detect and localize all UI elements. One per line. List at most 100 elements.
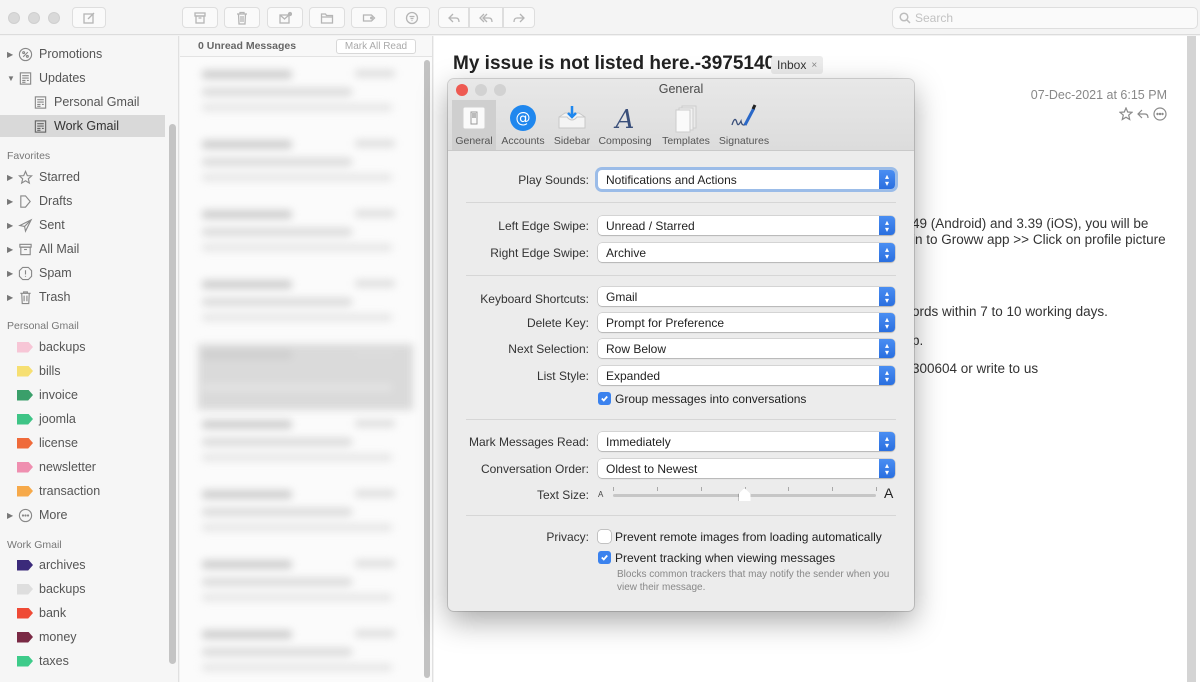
disclosure-triangle-icon[interactable]: ▶ bbox=[7, 245, 13, 254]
label-tag-icon bbox=[17, 435, 33, 451]
play-sounds-select[interactable]: Notifications and Actions ▴ ▾ bbox=[598, 170, 895, 189]
prevent-remote-images-checkbox[interactable] bbox=[598, 530, 611, 543]
sidebar-label-newsletter[interactable]: newsletter bbox=[0, 456, 165, 478]
conversation-order-select[interactable]: Oldest to Newest ▴ ▾ bbox=[598, 459, 895, 478]
message-list-item[interactable] bbox=[198, 414, 413, 480]
sidebar-label-transaction[interactable]: transaction bbox=[0, 480, 165, 502]
window-zoom-button[interactable] bbox=[48, 12, 60, 24]
window-close-button[interactable] bbox=[8, 12, 20, 24]
disclosure-triangle-icon[interactable]: ▶ bbox=[7, 197, 13, 206]
sidebar-label-taxes[interactable]: taxes bbox=[0, 650, 165, 672]
message-list: 0 Unread Messages Mark All Read bbox=[180, 36, 433, 682]
reply-all-button[interactable] bbox=[469, 7, 503, 28]
tab-general[interactable]: General bbox=[452, 100, 496, 150]
sidebar-label-license[interactable]: license bbox=[0, 432, 165, 454]
tab-signatures[interactable]: Signatures bbox=[716, 100, 772, 150]
compose-button[interactable] bbox=[72, 7, 106, 28]
delete-button[interactable] bbox=[224, 7, 260, 28]
sidebar-item-updates[interactable]: ▼ Updates bbox=[0, 67, 165, 89]
mark-all-read-button[interactable]: Mark All Read bbox=[336, 39, 416, 54]
disclosure-triangle-icon[interactable]: ▶ bbox=[7, 511, 13, 520]
next-selection-select[interactable]: Row Below ▴ ▾ bbox=[598, 339, 895, 358]
prevent-remote-images-label[interactable]: Prevent remote images from loading autom… bbox=[615, 530, 882, 544]
tab-templates[interactable]: Templates bbox=[658, 100, 714, 150]
message-list-item[interactable] bbox=[198, 204, 413, 270]
message-list-item[interactable] bbox=[198, 64, 413, 130]
window-minimize-button[interactable] bbox=[28, 12, 40, 24]
spam-icon bbox=[17, 265, 33, 281]
sidebar-label-archives[interactable]: archives bbox=[0, 554, 165, 576]
list-style-select[interactable]: Expanded ▴ ▾ bbox=[598, 366, 895, 385]
tab-sidebar[interactable]: Sidebar bbox=[550, 100, 594, 150]
delete-key-select[interactable]: Prompt for Preference ▴ ▾ bbox=[598, 313, 895, 332]
prevent-tracking-label[interactable]: Prevent tracking when viewing messages bbox=[615, 551, 835, 565]
compose-icon bbox=[83, 12, 95, 24]
sidebar-item-promotions[interactable]: ▶ Promotions bbox=[0, 43, 165, 65]
keyboard-shortcuts-select[interactable]: Gmail ▴ ▾ bbox=[598, 287, 895, 306]
reply-button[interactable] bbox=[438, 7, 469, 28]
forward-button[interactable] bbox=[503, 7, 535, 28]
disclosure-triangle-icon[interactable]: ▶ bbox=[7, 221, 13, 230]
sidebar-label-backups[interactable]: backups bbox=[0, 336, 165, 358]
sidebar-label-money[interactable]: money bbox=[0, 626, 165, 648]
group-conversations-label[interactable]: Group messages into conversations bbox=[615, 392, 806, 406]
sidebar-label-invoice[interactable]: invoice bbox=[0, 384, 165, 406]
message-list-item[interactable] bbox=[198, 554, 413, 620]
mark-messages-read-select[interactable]: Immediately ▴ ▾ bbox=[598, 432, 895, 451]
message-list-item[interactable] bbox=[198, 624, 413, 682]
right-edge-swipe-select[interactable]: Archive ▴ ▾ bbox=[598, 243, 895, 262]
sidebar-item-personal-gmail[interactable]: Personal Gmail bbox=[0, 91, 165, 113]
tab-composing[interactable]: A Composing bbox=[596, 100, 654, 150]
disclosure-triangle-icon[interactable]: ▶ bbox=[7, 269, 13, 278]
message-list-item-selected[interactable] bbox=[198, 344, 413, 410]
sidebar-label-bank[interactable]: bank bbox=[0, 602, 165, 624]
sidebar-item-all-mail[interactable]: ▶ All Mail bbox=[0, 238, 165, 260]
sidebar-item-starred[interactable]: ▶ Starred bbox=[0, 166, 165, 188]
text-size-slider-thumb[interactable] bbox=[738, 488, 751, 501]
disclosure-triangle-icon[interactable]: ▶ bbox=[7, 173, 13, 182]
filter-button[interactable] bbox=[394, 7, 430, 28]
disclosure-triangle-expanded-icon[interactable]: ▼ bbox=[7, 74, 15, 83]
junk-button[interactable] bbox=[267, 7, 303, 28]
sidebar-item-label: bank bbox=[39, 606, 67, 620]
star-icon[interactable] bbox=[1119, 107, 1133, 121]
tag-icon bbox=[362, 13, 376, 22]
disclosure-triangle-icon[interactable]: ▶ bbox=[7, 293, 13, 302]
sidebar-item-work-gmail[interactable]: Work Gmail bbox=[0, 115, 165, 137]
sidebar-item-trash[interactable]: ▶ Trash bbox=[0, 286, 165, 308]
search-input[interactable]: Search bbox=[892, 7, 1198, 29]
sidebar-scrollbar[interactable] bbox=[169, 124, 176, 664]
message-list-item[interactable] bbox=[198, 134, 413, 200]
reading-pane-scrollbar[interactable] bbox=[1187, 36, 1196, 682]
sidebar-item-sent[interactable]: ▶ Sent bbox=[0, 214, 165, 236]
sidebar-label-joomla[interactable]: joomla bbox=[0, 408, 165, 430]
archive-button[interactable] bbox=[182, 7, 218, 28]
tab-label: Sidebar bbox=[553, 135, 591, 147]
updates-icon bbox=[32, 118, 48, 134]
folder-icon bbox=[320, 12, 334, 24]
reply-icon[interactable] bbox=[1136, 107, 1150, 121]
move-button[interactable] bbox=[309, 7, 345, 28]
sidebar-item-spam[interactable]: ▶ Spam bbox=[0, 262, 165, 284]
more-options-icon[interactable] bbox=[1153, 107, 1167, 121]
group-conversations-checkbox[interactable] bbox=[598, 392, 611, 405]
message-list-item[interactable] bbox=[198, 484, 413, 550]
sidebar-item-more[interactable]: ▶ More bbox=[0, 504, 165, 526]
disclosure-triangle-icon[interactable]: ▶ bbox=[7, 50, 13, 59]
filter-icon bbox=[405, 11, 419, 24]
unread-count: 0 Unread Messages bbox=[198, 40, 297, 52]
left-edge-swipe-select[interactable]: Unread / Starred ▴ ▾ bbox=[598, 216, 895, 235]
sidebar-label-work-backups[interactable]: backups bbox=[0, 578, 165, 600]
sidebar-item-label: money bbox=[39, 630, 77, 644]
message-list-item[interactable] bbox=[198, 274, 413, 340]
message-body-line: in to Groww app >> Click on profile pict… bbox=[912, 232, 1166, 247]
tab-accounts[interactable]: @ Accounts bbox=[498, 100, 548, 150]
sidebar-item-drafts[interactable]: ▶ Drafts bbox=[0, 190, 165, 212]
message-list-scrollbar[interactable] bbox=[424, 60, 430, 678]
remove-badge-icon[interactable]: × bbox=[811, 60, 817, 71]
label-button[interactable] bbox=[351, 7, 387, 28]
signature-pen-icon bbox=[728, 103, 760, 133]
prevent-tracking-checkbox[interactable] bbox=[598, 551, 611, 564]
mailbox-badge[interactable]: Inbox × bbox=[771, 56, 824, 74]
sidebar-label-bills[interactable]: bills bbox=[0, 360, 165, 382]
